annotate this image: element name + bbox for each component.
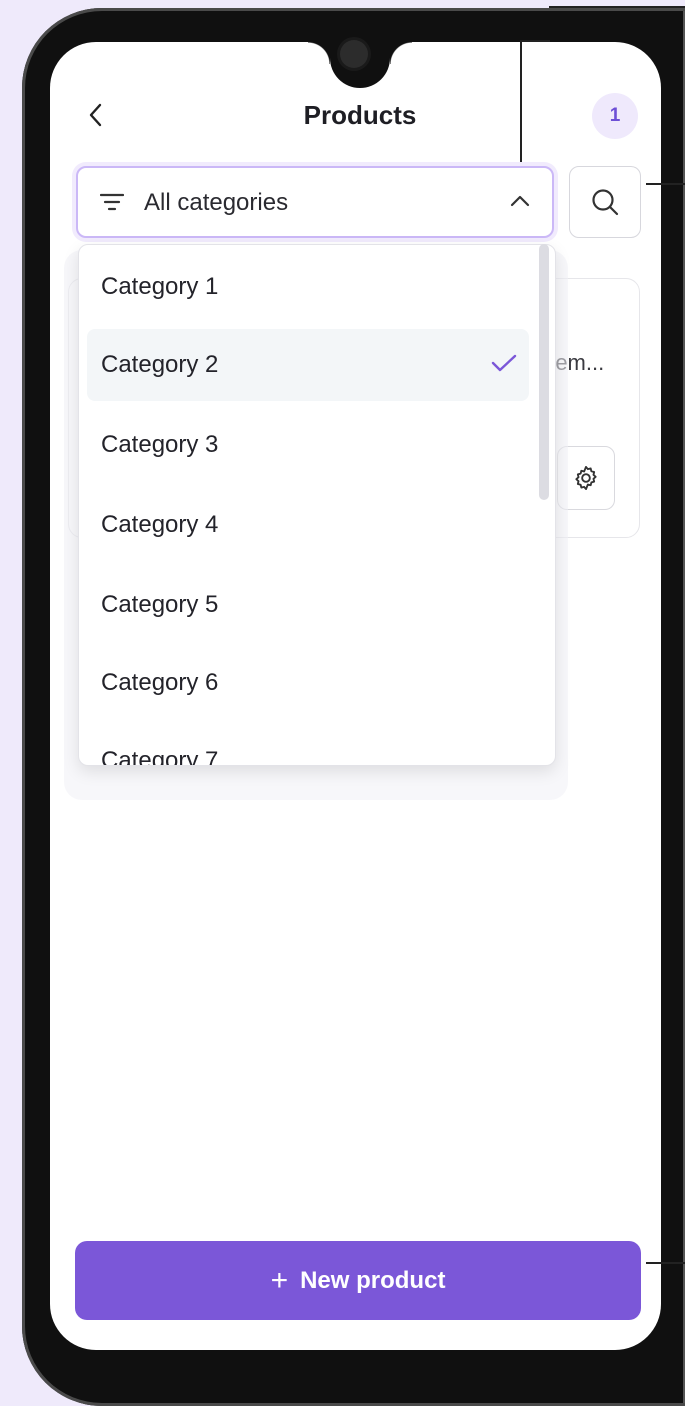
gear-icon	[575, 465, 597, 491]
dropdown-option[interactable]: Category 6	[87, 647, 529, 719]
option-label: Category 2	[101, 351, 219, 378]
callout-line	[646, 183, 685, 185]
category-dropdown: Category 1 Category 2 Category 3 Categor…	[78, 244, 556, 766]
dropdown-option-selected[interactable]: Category 2	[87, 329, 529, 401]
dropdown-option[interactable]: Category 4	[87, 489, 529, 561]
option-label: Category 3	[101, 431, 219, 458]
option-label: Category 1	[101, 273, 219, 300]
new-product-button[interactable]: + New product	[75, 1241, 641, 1320]
new-product-label: New product	[300, 1266, 446, 1294]
dropdown-scrollbar[interactable]	[539, 244, 549, 500]
dropdown-option[interactable]: Category 3	[87, 409, 529, 481]
dropdown-option[interactable]: Category 1	[87, 251, 529, 323]
filter-label: All categories	[144, 189, 289, 216]
plus-icon: +	[270, 1263, 289, 1297]
dropdown-option[interactable]: Category 7	[87, 725, 529, 766]
filter-icon	[100, 193, 124, 211]
option-label: Category 4	[101, 511, 219, 538]
camera-icon	[340, 40, 368, 68]
back-button[interactable]	[82, 98, 110, 132]
chevron-up-icon	[510, 195, 530, 207]
option-label: Category 7	[101, 747, 219, 766]
callout-line	[549, 6, 685, 8]
page-title: Products	[303, 100, 417, 130]
callout-line	[520, 40, 550, 42]
search-button[interactable]	[569, 166, 641, 238]
callout-line	[646, 1262, 685, 1264]
category-filter-select[interactable]: All categories	[76, 166, 554, 238]
option-label: Category 5	[101, 591, 219, 618]
dropdown-option[interactable]: Category 5	[87, 569, 529, 641]
check-icon	[491, 354, 517, 372]
option-label: Category 6	[101, 669, 219, 696]
chevron-left-icon	[89, 103, 102, 127]
search-icon	[592, 189, 619, 216]
count-badge: 1	[592, 93, 638, 139]
